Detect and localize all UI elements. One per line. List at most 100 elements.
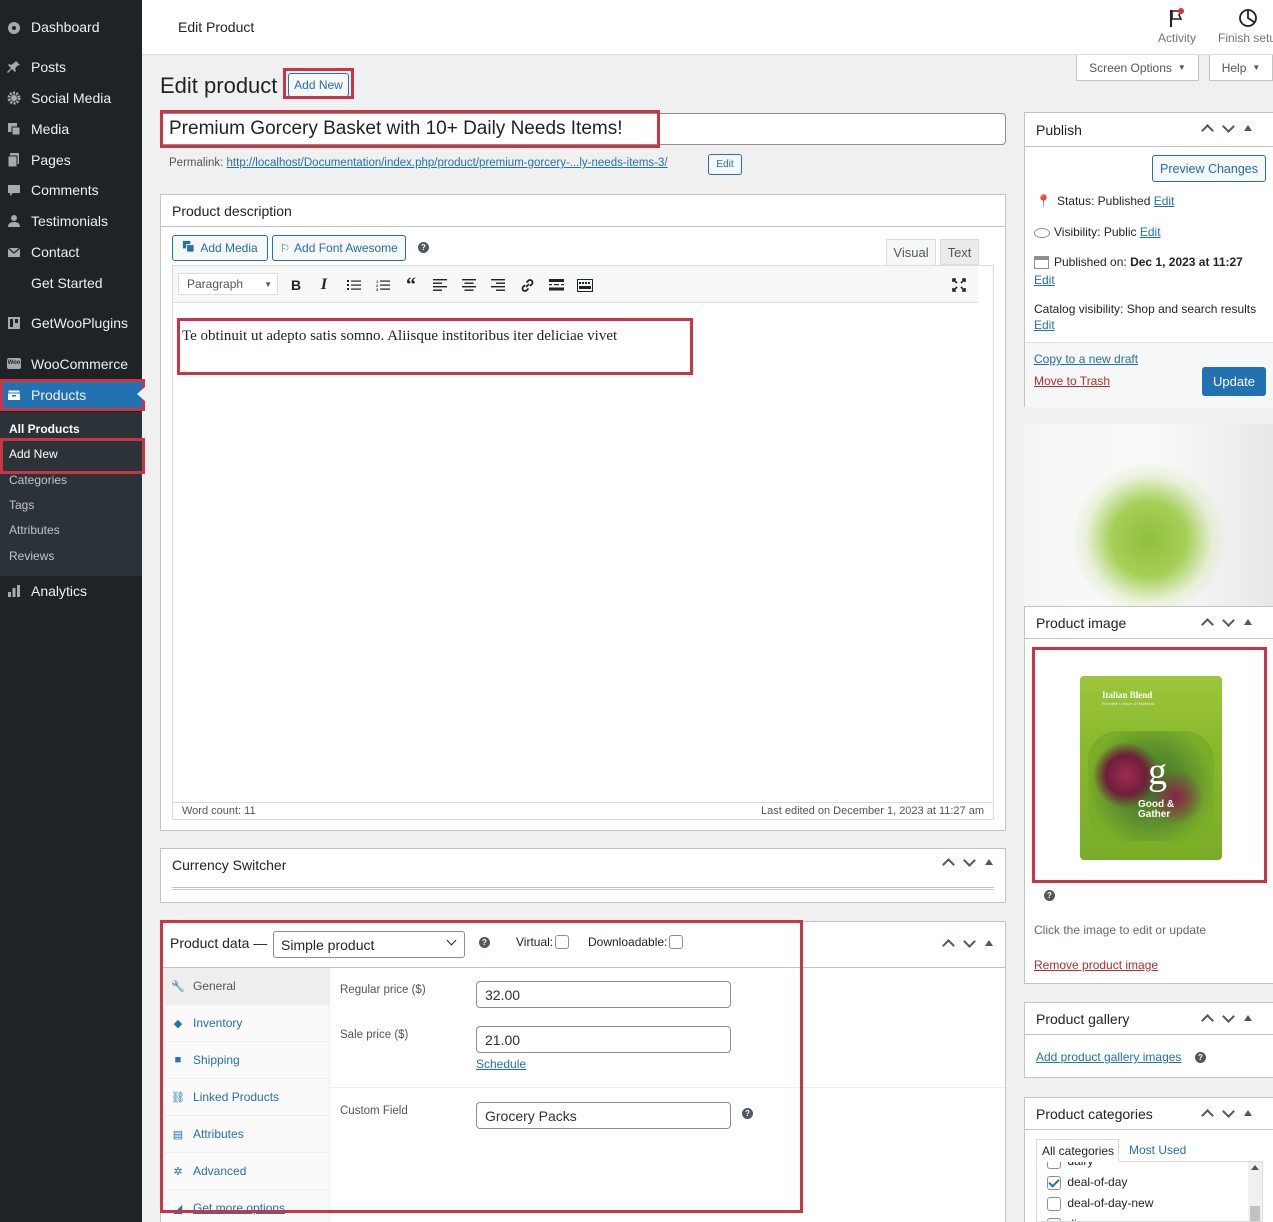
collapse-icon[interactable] [1244,1110,1252,1116]
move-down-icon[interactable] [964,857,974,867]
catalog-edit-link[interactable]: Edit [1034,318,1055,332]
category-checkbox[interactable] [1047,1217,1061,1221]
tab-shipping[interactable]: ■ Shipping [165,1042,329,1079]
move-up-icon[interactable] [1202,617,1212,627]
tab-linked-products[interactable]: ⛓ Linked Products [165,1079,329,1116]
fullscreen-icon[interactable] [950,276,968,294]
product-title-input[interactable]: Premium Gorcery Basket with 10+ Daily Ne… [160,113,1006,145]
published-on-edit-link[interactable]: Edit [1034,273,1055,287]
menu-social-media[interactable]: Social Media [0,82,142,113]
product-type-select[interactable]: Simple product [273,931,465,958]
menu-comments[interactable]: Comments [0,174,142,205]
scrollbar-thumb[interactable] [1250,1206,1260,1221]
add-gallery-images-link[interactable]: Add product gallery images [1036,1050,1181,1064]
menu-contact[interactable]: Contact [0,236,142,267]
collapse-icon[interactable] [985,940,993,946]
menu-testimonials[interactable]: Testimonials [0,205,142,236]
help-icon[interactable]: ? [418,242,429,253]
menu-products[interactable]: Products [0,379,145,411]
bullet-list-icon[interactable] [345,276,363,294]
screen-options-button[interactable]: Screen Options ▼ [1076,55,1199,81]
move-down-icon[interactable] [1223,123,1233,133]
collapse-icon[interactable] [1244,125,1252,131]
align-center-icon[interactable] [460,276,478,294]
add-font-awesome-button[interactable]: ⚐ Add Font Awesome [272,235,406,261]
remove-image-link[interactable]: Remove product image [1034,958,1158,972]
category-item[interactable]: deal-of-day [1047,1175,1127,1190]
custom-field-input[interactable]: Grocery Packs [476,1102,731,1129]
submenu-attributes[interactable]: Attributes [9,523,60,537]
menu-posts[interactable]: Posts [0,51,142,82]
move-up-icon[interactable] [1202,123,1212,133]
move-down-icon[interactable] [1223,617,1233,627]
link-icon[interactable] [518,276,536,294]
editor-content[interactable]: Te obtinuit ut adepto satis somno. Aliis… [182,328,617,345]
tab-general[interactable]: 🔧 General [165,968,329,1005]
scrollbar[interactable] [1248,1162,1262,1221]
finish-setup-button[interactable]: Finish setu [1218,8,1273,45]
tab-inventory[interactable]: ◆ Inventory [165,1005,329,1042]
move-up-icon[interactable] [943,857,953,867]
schedule-link[interactable]: Schedule [476,1057,526,1071]
tab-visual[interactable]: Visual [886,239,936,265]
category-item[interactable]: deal-of-day-new [1047,1196,1153,1211]
tab-get-more-options[interactable]: ◢ Get more options [165,1190,329,1222]
align-right-icon[interactable] [489,276,507,294]
submenu-all-products[interactable]: All Products [9,422,80,436]
tab-most-used[interactable]: Most Used [1129,1143,1186,1157]
copy-draft-link[interactable]: Copy to a new draft [1034,352,1138,366]
align-left-icon[interactable] [431,276,449,294]
visibility-edit-link[interactable]: Edit [1140,225,1161,239]
regular-price-input[interactable]: 32.00 [476,981,731,1008]
preview-changes-button[interactable]: Preview Changes [1152,155,1266,182]
numbered-list-icon[interactable]: 123 [374,276,392,294]
category-checkbox[interactable] [1047,1175,1061,1190]
scroll-up-icon[interactable] [1251,1165,1259,1170]
menu-woocommerce[interactable]: Woo WooCommerce [0,348,142,379]
menu-getwooplugins[interactable]: GetWooPlugins [0,307,142,338]
read-more-icon[interactable] [547,276,565,294]
menu-analytics[interactable]: Analytics [0,575,142,606]
format-select[interactable]: Paragraph ▼ [178,273,278,295]
menu-get-started[interactable]: Get Started [0,267,142,298]
submenu-categories[interactable]: Categories [9,473,67,487]
update-button[interactable]: Update [1202,367,1266,396]
tab-text[interactable]: Text [940,239,979,265]
product-image-thumbnail[interactable]: Italian Blend Romaine Lettuce & Radicchi… [1080,676,1222,860]
menu-dashboard[interactable]: Dashboard [0,11,142,42]
collapse-icon[interactable] [985,859,993,865]
add-new-button[interactable]: Add New [288,73,349,97]
tab-advanced[interactable]: ✲ Advanced [165,1153,329,1190]
collapse-icon[interactable] [1244,1015,1252,1021]
tab-all-categories[interactable]: All categories [1036,1139,1119,1162]
permalink-edit-button[interactable]: Edit [708,154,742,175]
status-edit-link[interactable]: Edit [1154,194,1175,208]
move-down-icon[interactable] [964,938,974,948]
category-item[interactable]: dairy [1047,1162,1093,1169]
permalink-link[interactable]: http://localhost/Documentation/index.php… [227,157,668,169]
help-button[interactable]: Help ▼ [1209,55,1273,81]
activity-button[interactable]: Activity [1156,8,1198,45]
move-up-icon[interactable] [1202,1108,1212,1118]
submenu-tags[interactable]: Tags [9,498,34,512]
move-down-icon[interactable] [1223,1013,1233,1023]
help-icon[interactable]: ? [479,937,490,948]
downloadable-checkbox[interactable] [669,935,684,949]
italic-icon[interactable]: I [315,276,333,294]
help-icon[interactable]: ? [742,1108,753,1119]
virtual-checkbox[interactable] [555,935,570,949]
menu-media[interactable]: Media [0,113,142,144]
category-checkbox[interactable] [1047,1196,1061,1211]
move-to-trash-link[interactable]: Move to Trash [1034,374,1110,388]
submenu-reviews[interactable]: Reviews [9,549,54,563]
category-item[interactable]: dinner [1047,1217,1101,1221]
toolbar-toggle-icon[interactable] [576,276,594,294]
help-icon[interactable]: ? [1195,1052,1206,1063]
sale-price-input[interactable]: 21.00 [476,1026,731,1053]
help-icon[interactable]: ? [1044,890,1055,901]
tab-attributes[interactable]: ▤ Attributes [165,1116,329,1153]
collapse-icon[interactable] [1244,619,1252,625]
category-checkbox[interactable] [1047,1162,1061,1169]
menu-pages[interactable]: Pages [0,144,142,175]
add-media-button[interactable]: Add Media [172,235,268,261]
